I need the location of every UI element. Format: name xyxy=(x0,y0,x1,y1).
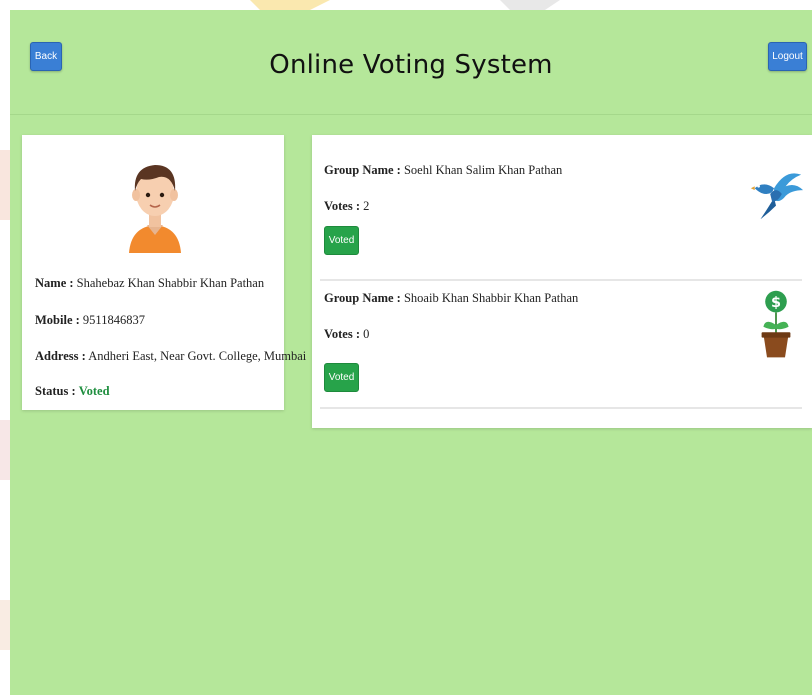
user-avatar-icon xyxy=(129,165,181,253)
group-name-value: Shoaib Khan Shabbir Khan Pathan xyxy=(403,291,579,305)
address-value: Andheri East, Near Govt. College, Mumbai xyxy=(88,349,307,363)
group-votes: Votes : 2 xyxy=(324,199,369,214)
group-item: Group Name : Shoaib Khan Shabbir Khan Pa… xyxy=(312,281,802,411)
svg-text:$: $ xyxy=(771,295,781,311)
votes-label: Votes : xyxy=(324,199,360,213)
name-value: Shahebaz Khan Shabbir Khan Pathan xyxy=(76,276,265,290)
status-label: Status : xyxy=(35,384,76,398)
page-title: Online Voting System xyxy=(269,50,553,80)
group-name: Group Name : Soehl Khan Salim Khan Patha… xyxy=(324,163,562,178)
votes-value: 2 xyxy=(363,199,370,213)
mobile-value: 9511846837 xyxy=(82,313,145,327)
voter-mobile: Mobile : 9511846837 xyxy=(35,313,145,328)
voting-app: Back Online Voting System Logout Name : … xyxy=(10,10,812,695)
group-item: Group Name : Soehl Khan Salim Khan Patha… xyxy=(312,135,804,281)
voter-name: Name : Shahebaz Khan Shabbir Khan Pathan xyxy=(35,276,264,291)
votes-value: 0 xyxy=(363,327,370,341)
votes-label: Votes : xyxy=(324,327,360,341)
voted-button[interactable]: Voted xyxy=(324,363,359,392)
group-votes: Votes : 0 xyxy=(324,327,369,342)
group-divider xyxy=(320,407,802,409)
address-label: Address : xyxy=(35,349,86,363)
group-name-label: Group Name : xyxy=(324,163,401,177)
group-name-label: Group Name : xyxy=(324,291,401,305)
logout-button[interactable]: Logout xyxy=(768,42,807,71)
voter-profile-card: Name : Shahebaz Khan Shabbir Khan Pathan… xyxy=(22,135,306,410)
money-plant-icon: $ xyxy=(761,290,791,358)
group-name: Group Name : Shoaib Khan Shabbir Khan Pa… xyxy=(324,291,578,306)
name-label: Name : xyxy=(35,276,74,290)
groups-list-card: Group Name : Soehl Khan Salim Khan Patha… xyxy=(312,135,812,428)
voter-address: Address : Andheri East, Near Govt. Colle… xyxy=(35,349,306,364)
bird-icon xyxy=(750,173,804,220)
group-name-value: Soehl Khan Salim Khan Pathan xyxy=(403,163,563,177)
mobile-label: Mobile : xyxy=(35,313,80,327)
page-header: Back Online Voting System Logout xyxy=(10,10,812,115)
voter-status: Status : Voted xyxy=(35,384,110,399)
status-badge: Voted xyxy=(78,384,110,398)
voted-button[interactable]: Voted xyxy=(324,226,359,255)
